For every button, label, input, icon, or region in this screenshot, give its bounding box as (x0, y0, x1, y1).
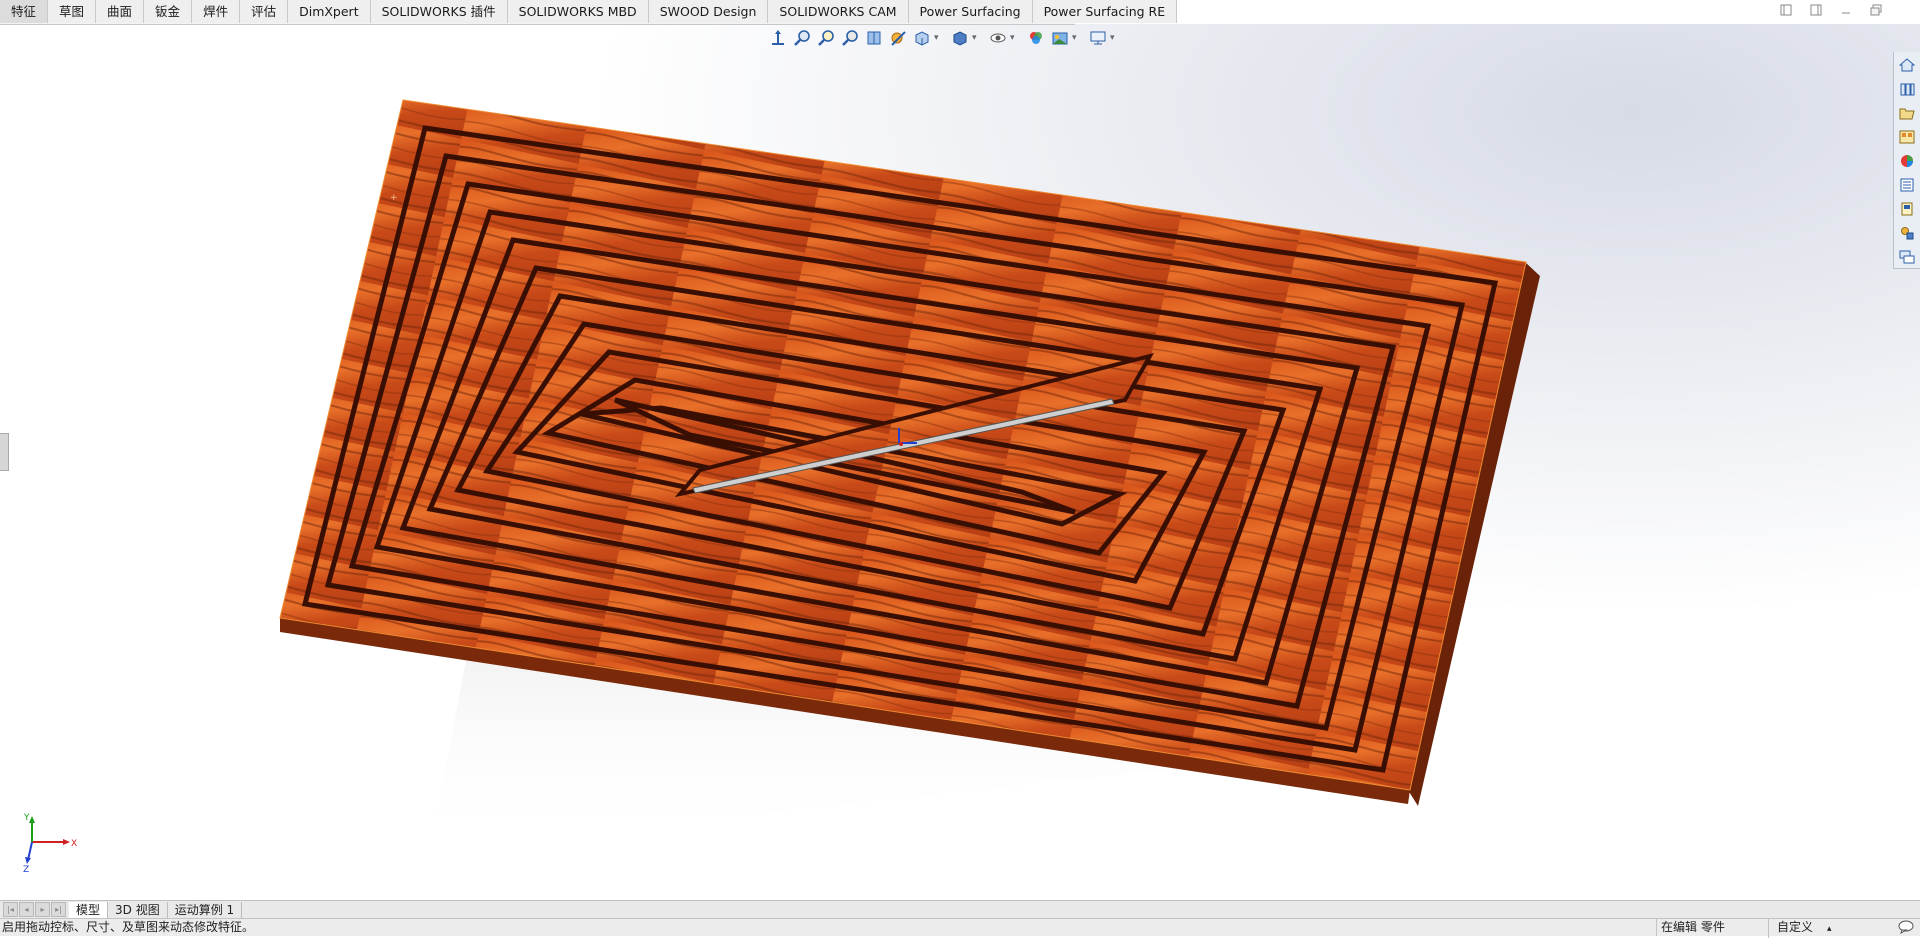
prev-tab-icon[interactable]: ◂ (19, 902, 34, 917)
appearances-scenes-icon[interactable] (1897, 150, 1917, 171)
restore-left-icon[interactable] (1778, 4, 1794, 20)
tab-surfaces[interactable]: 曲面 (96, 0, 145, 23)
section-view-icon[interactable] (864, 28, 884, 48)
view-orientation-icon[interactable] (768, 28, 788, 48)
hide-show-items-icon[interactable] (988, 28, 1008, 48)
feature-manager-collapse-handle[interactable] (0, 433, 9, 471)
tab-power-surfacing[interactable]: Power Surfacing (908, 0, 1033, 23)
unit-system-selector[interactable]: 自定义 ▴ (1768, 919, 1867, 938)
chevron-up-icon[interactable]: ▴ (1827, 924, 1832, 934)
z-axis-label: Z (23, 865, 29, 872)
dynamic-annotation-icon[interactable] (888, 28, 908, 48)
minimize-icon[interactable] (1838, 4, 1854, 20)
tab-weldments[interactable]: 焊件 (192, 0, 241, 23)
community-icon[interactable] (1897, 246, 1917, 267)
tab-power-surfacing-re[interactable]: Power Surfacing RE (1032, 0, 1178, 23)
reference-triad: X Y Z (23, 813, 77, 872)
y-axis-label: Y (23, 813, 30, 823)
status-bar: 启用拖动控标、尺寸、及草图来动态修改特征。 在编辑 零件 自定义 ▴ (0, 918, 1920, 939)
zoom-to-fit-icon[interactable] (792, 28, 812, 48)
tab-swood-design[interactable]: SWOOD Design (648, 0, 769, 23)
apply-scene-icon[interactable] (1050, 28, 1070, 48)
3d-content-icon[interactable] (1897, 222, 1917, 243)
custom-properties-icon[interactable] (1897, 174, 1917, 195)
tab-motion-study-1[interactable]: 运动算例 1 (168, 901, 243, 918)
chevron-down-icon[interactable]: ▾ (972, 33, 980, 43)
chevron-down-icon[interactable]: ▾ (1010, 33, 1018, 43)
tab-dimxpert[interactable]: DimXpert (288, 0, 371, 23)
previous-view-icon[interactable] (840, 28, 860, 48)
edit-appearance-icon[interactable] (1026, 28, 1046, 48)
solidworks-forum-icon[interactable] (1897, 198, 1917, 219)
view-palette-icon[interactable] (1897, 126, 1917, 147)
tab-evaluate[interactable]: 评估 (240, 0, 289, 23)
tab-3d-views[interactable]: 3D 视图 (108, 901, 168, 918)
next-tab-icon[interactable]: ▸ (35, 902, 50, 917)
chevron-down-icon[interactable]: ▾ (1072, 33, 1080, 43)
tab-solidworks-cam[interactable]: SOLIDWORKS CAM (768, 0, 909, 23)
solidworks-resources-icon[interactable] (1897, 54, 1917, 75)
view-settings-icon[interactable] (1088, 28, 1108, 48)
edit-mode-indicator: 在编辑 零件 (1656, 919, 1725, 936)
graphics-area[interactable]: + (0, 24, 1920, 900)
file-explorer-icon[interactable] (1897, 102, 1917, 123)
maximize-icon[interactable] (1868, 4, 1884, 20)
document-window-controls (1778, 4, 1884, 20)
design-library-icon[interactable] (1897, 78, 1917, 99)
heads-up-view-toolbar: ▾ ▾ ▾ ▾ ▾ (768, 25, 1122, 51)
model-view-tabs: |◂ ◂ ▸ ▸| 模型 3D 视图 运动算例 1 (0, 900, 1920, 918)
tab-sheet-metal[interactable]: 钣金 (144, 0, 193, 23)
tab-scroll-buttons: |◂ ◂ ▸ ▸| (0, 902, 69, 917)
task-pane-tabs (1893, 52, 1920, 269)
corner-mark: + (390, 193, 398, 203)
view-orientation-cube-icon[interactable] (912, 28, 932, 48)
x-axis-label: X (71, 839, 77, 849)
tab-sketch[interactable]: 草图 (48, 0, 97, 23)
chevron-down-icon[interactable]: ▾ (1110, 33, 1118, 43)
help-balloon-icon[interactable] (1898, 920, 1914, 939)
display-style-icon[interactable] (950, 28, 970, 48)
zoom-to-area-icon[interactable] (816, 28, 836, 48)
tab-solidworks-mbd[interactable]: SOLIDWORKS MBD (507, 0, 649, 23)
first-tab-icon[interactable]: |◂ (3, 902, 18, 917)
restore-right-icon[interactable] (1808, 4, 1824, 20)
command-manager-tabs: 特征 草图 曲面 钣金 焊件 评估 DimXpert SOLIDWORKS 插件… (0, 0, 1178, 25)
tab-features[interactable]: 特征 (0, 0, 49, 23)
unit-system-label: 自定义 (1777, 920, 1814, 934)
part-model-view[interactable]: + (0, 24, 1920, 900)
tab-model[interactable]: 模型 (69, 901, 109, 918)
z-axis (27, 841, 33, 861)
last-tab-icon[interactable]: ▸| (51, 902, 66, 917)
chevron-down-icon[interactable]: ▾ (934, 33, 942, 43)
status-message: 启用拖动控标、尺寸、及草图来动态修改特征。 (2, 920, 255, 934)
tab-solidworks-addins[interactable]: SOLIDWORKS 插件 (370, 0, 508, 23)
